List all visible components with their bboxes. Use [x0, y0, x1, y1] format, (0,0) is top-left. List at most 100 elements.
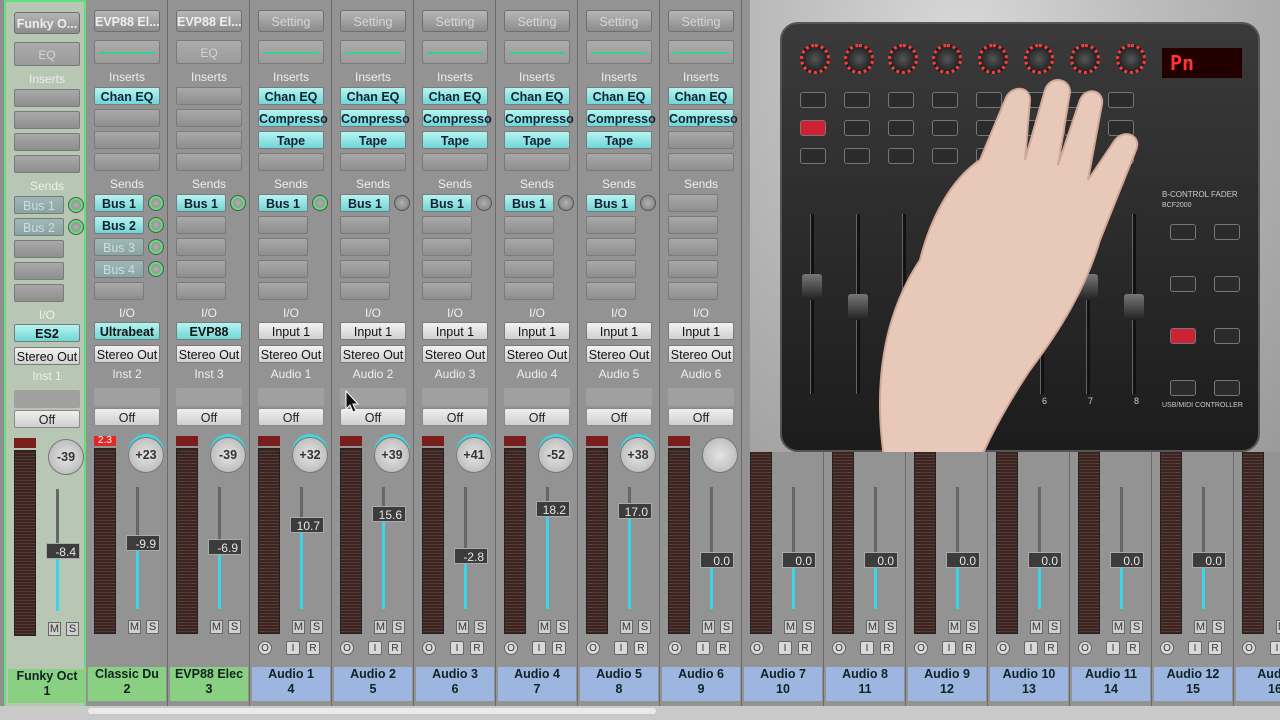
input-monitor-button[interactable]: I: [1024, 641, 1038, 655]
send-slot[interactable]: [258, 282, 308, 300]
volume-fader[interactable]: -9.9: [126, 535, 160, 551]
send-slot[interactable]: [586, 282, 636, 300]
insert-slot[interactable]: [176, 109, 242, 127]
solo-button[interactable]: S: [1130, 620, 1143, 634]
send-slot[interactable]: [504, 282, 554, 300]
eq-thumbnail[interactable]: EQ: [14, 42, 80, 66]
strip-header-button[interactable]: Setting: [668, 10, 734, 32]
volume-fader[interactable]: -2.8: [454, 548, 488, 564]
automation-mode-button[interactable]: Off: [258, 408, 324, 426]
input-monitor-button[interactable]: I: [696, 641, 710, 655]
send-slot[interactable]: [504, 216, 554, 234]
automation-mode-button[interactable]: Off: [586, 408, 652, 426]
peak-indicator[interactable]: 2.3: [94, 436, 116, 446]
send-slot[interactable]: [258, 238, 308, 256]
solo-button[interactable]: S: [392, 620, 405, 634]
send-slot[interactable]: [340, 216, 390, 234]
volume-fader[interactable]: 0.0: [1192, 552, 1226, 568]
insert-slot[interactable]: [94, 153, 160, 171]
input-monitor-button[interactable]: I: [942, 641, 956, 655]
automation-mode-button[interactable]: Off: [422, 408, 488, 426]
automation-mode-button[interactable]: Off: [504, 408, 570, 426]
send-level-knob[interactable]: [148, 195, 164, 211]
output-button[interactable]: O: [668, 641, 682, 655]
send-level-knob[interactable]: [476, 195, 492, 211]
input-selector[interactable]: Input 1: [586, 322, 652, 340]
mute-button[interactable]: M: [1194, 620, 1207, 634]
solo-button[interactable]: S: [556, 620, 569, 634]
track-name[interactable]: Audio 69: [662, 667, 740, 701]
track-name[interactable]: Audio 9 12: [908, 667, 986, 701]
scroll-thumb[interactable]: [88, 708, 656, 714]
output-button[interactable]: O: [586, 641, 600, 655]
peak-indicator[interactable]: [176, 436, 198, 446]
output-button[interactable]: O: [504, 641, 518, 655]
pan-knob[interactable]: -39: [48, 439, 84, 475]
volume-fader[interactable]: 10.7: [290, 517, 324, 533]
volume-fader[interactable]: 18.2: [536, 501, 570, 517]
insert-slot[interactable]: Tape Delay: [258, 131, 324, 166]
mute-button[interactable]: M: [620, 620, 633, 634]
mute-button[interactable]: M: [1276, 620, 1280, 634]
peak-indicator[interactable]: [422, 436, 444, 446]
eq-thumbnail[interactable]: EQ: [176, 40, 242, 64]
record-enable-button[interactable]: R: [798, 641, 812, 655]
eq-thumbnail[interactable]: [504, 40, 570, 64]
mute-button[interactable]: M: [48, 622, 61, 636]
send-level-knob[interactable]: [148, 239, 164, 255]
insert-slot[interactable]: [176, 131, 242, 149]
insert-slot[interactable]: [176, 87, 242, 105]
send-slot[interactable]: Bus 1: [340, 194, 390, 212]
send-slot[interactable]: [586, 238, 636, 256]
solo-button[interactable]: S: [310, 620, 323, 634]
output-button[interactable]: O: [340, 641, 354, 655]
send-slot[interactable]: [258, 260, 308, 278]
send-level-knob[interactable]: [148, 217, 164, 233]
send-slot[interactable]: [14, 284, 64, 302]
group-slot[interactable]: [422, 388, 488, 406]
send-level-knob[interactable]: [312, 195, 328, 211]
track-name[interactable]: Audio 36: [416, 667, 494, 701]
output-selector[interactable]: Stereo Out: [422, 345, 488, 363]
solo-button[interactable]: S: [228, 620, 241, 634]
input-monitor-button[interactable]: I: [286, 641, 300, 655]
pan-knob[interactable]: +39: [374, 437, 410, 473]
automation-mode-button[interactable]: Off: [176, 408, 242, 426]
output-selector[interactable]: Stereo Out: [586, 345, 652, 363]
mute-button[interactable]: M: [702, 620, 715, 634]
track-name[interactable]: EVP88 Elec 3: [170, 667, 248, 701]
peak-indicator[interactable]: [668, 436, 690, 446]
mute-button[interactable]: M: [128, 620, 141, 634]
insert-slot[interactable]: [14, 133, 80, 151]
solo-button[interactable]: S: [802, 620, 815, 634]
mute-button[interactable]: M: [538, 620, 551, 634]
output-selector[interactable]: Stereo Out: [340, 345, 406, 363]
input-monitor-button[interactable]: I: [860, 641, 874, 655]
pan-knob[interactable]: +23: [128, 437, 164, 473]
send-slot[interactable]: Bus 1: [586, 194, 636, 212]
output-button[interactable]: O: [422, 641, 436, 655]
group-slot[interactable]: [94, 388, 160, 406]
track-name[interactable]: Audio16: [1236, 667, 1280, 701]
track-name[interactable]: Audio 14: [252, 667, 330, 701]
mute-button[interactable]: M: [374, 620, 387, 634]
send-slot[interactable]: [176, 216, 226, 234]
send-level-knob[interactable]: [640, 195, 656, 211]
track-name[interactable]: Funky Oct 1: [8, 669, 86, 703]
input-selector[interactable]: Input 1: [422, 322, 488, 340]
solo-button[interactable]: S: [474, 620, 487, 634]
output-selector[interactable]: Stereo Out: [258, 345, 324, 363]
group-slot[interactable]: [176, 388, 242, 406]
strip-header-button[interactable]: Setting: [422, 10, 488, 32]
automation-mode-button[interactable]: Off: [668, 408, 734, 426]
insert-slot[interactable]: Tape Delay: [340, 131, 406, 166]
track-name[interactable]: Audio 11 14: [1072, 667, 1150, 701]
insert-slot[interactable]: Chan EQ: [504, 87, 570, 105]
output-button[interactable]: O: [258, 641, 272, 655]
mute-button[interactable]: M: [1030, 620, 1043, 634]
record-enable-button[interactable]: R: [552, 641, 566, 655]
pan-knob[interactable]: -52: [538, 437, 574, 473]
insert-slot[interactable]: [14, 155, 80, 173]
record-enable-button[interactable]: R: [634, 641, 648, 655]
insert-slot[interactable]: Compresso: [668, 109, 738, 127]
